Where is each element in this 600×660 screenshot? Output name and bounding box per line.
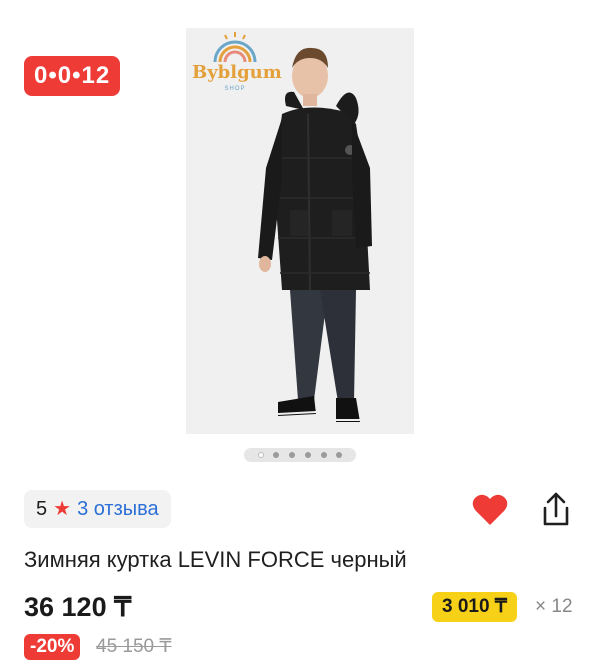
rainbow-logo-icon bbox=[213, 32, 257, 63]
pagination-dot[interactable] bbox=[304, 452, 311, 458]
product-title: Зимняя куртка LEVIN FORCE черный bbox=[24, 547, 407, 572]
installment-promo-badge: 0•0•12 bbox=[24, 56, 121, 96]
shop-logo: Byblgum SHOP bbox=[192, 30, 282, 100]
star-icon: ★ bbox=[53, 498, 72, 520]
rating-score: 5 bbox=[36, 497, 48, 520]
installment-price-badge[interactable]: 3 010 ₸ bbox=[432, 592, 517, 622]
product-photo[interactable]: Byblgum SHOP bbox=[186, 28, 414, 434]
heart-icon bbox=[472, 494, 508, 525]
installment-count: × 12 bbox=[535, 596, 573, 617]
rating-chip[interactable]: 5 ★ 3 отзыва bbox=[24, 490, 171, 528]
pagination-dot[interactable] bbox=[289, 452, 296, 458]
pagination-dot[interactable] bbox=[320, 452, 327, 458]
reviews-link[interactable]: 3 отзыва bbox=[77, 498, 159, 521]
pagination-dot[interactable] bbox=[336, 452, 343, 458]
product-price: 36 120 ₸ bbox=[24, 592, 132, 622]
logo-text: Byblgum bbox=[192, 62, 282, 83]
pagination-dot[interactable] bbox=[257, 452, 264, 458]
share-button[interactable] bbox=[536, 490, 576, 530]
discount-badge: -20% bbox=[24, 634, 81, 660]
logo-subtext: SHOP bbox=[224, 86, 246, 92]
share-icon bbox=[543, 492, 569, 526]
gallery-pagination[interactable] bbox=[244, 448, 356, 462]
pagination-dot[interactable] bbox=[273, 452, 280, 458]
old-price: 45 150 ₸ bbox=[96, 636, 172, 657]
favorite-button[interactable] bbox=[470, 490, 510, 530]
product-gallery[interactable]: 0•0•12 Byblgum SHOP bbox=[0, 0, 600, 470]
